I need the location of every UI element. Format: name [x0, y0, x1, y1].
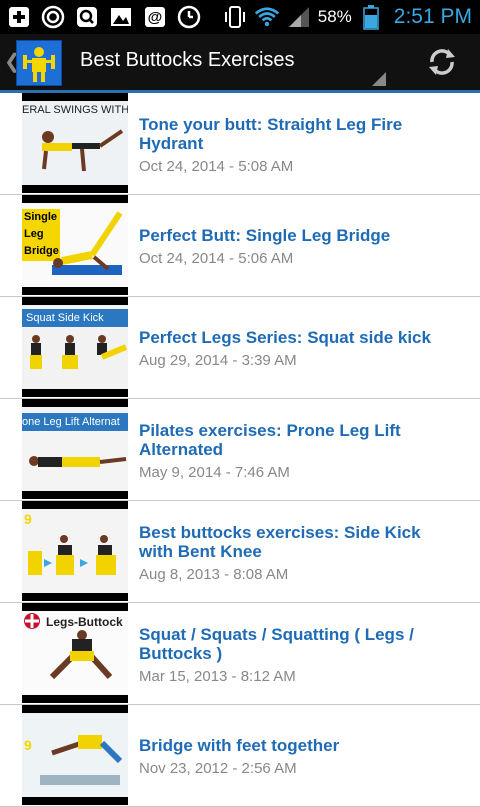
item-date: Nov 23, 2012 - 2:56 AM [139, 760, 297, 777]
battery-percent: 58% [317, 7, 352, 26]
exercise-illustration-icon [24, 613, 113, 680]
item-title[interactable]: Pilates exercises: Prone Leg Lift Altern… [139, 421, 459, 459]
video-thumbnail[interactable]: Legs-Buttock [22, 603, 128, 703]
list-item[interactable]: Single Leg Bridge Perfect Butt: Single L… [0, 195, 480, 297]
exercise-illustration-icon [28, 535, 116, 575]
exercise-illustration-icon [40, 735, 123, 785]
svg-text:@: @ [148, 9, 163, 26]
item-date: Aug 29, 2014 - 3:39 AM [139, 352, 297, 369]
exercise-illustration-icon [52, 211, 123, 275]
item-date: May 9, 2014 - 7:46 AM [139, 464, 290, 481]
video-thumbnail[interactable]: Squat Side Kick [22, 297, 128, 397]
list-item[interactable]: one Leg Lift Alternat Pilates exercises:… [0, 399, 480, 501]
item-title[interactable]: Perfect Butt: Single Leg Bridge [139, 226, 459, 245]
target-icon [40, 4, 66, 30]
notification-icons: @ [6, 4, 202, 30]
video-thumbnail[interactable]: 9 [22, 501, 128, 601]
item-title[interactable]: Tone your butt: Straight Leg Fire Hydran… [139, 115, 459, 153]
app-logo-icon[interactable] [16, 40, 62, 86]
wifi-icon [254, 4, 280, 30]
status-bar: @ 58% 2:51 PM [0, 0, 480, 34]
add-box-icon [6, 4, 32, 30]
exercise-illustration-icon [30, 335, 128, 369]
clock-time: 2:51 PM [393, 5, 472, 28]
q-app-icon [74, 4, 100, 30]
exercise-illustration-icon [29, 456, 127, 467]
item-date: Mar 15, 2013 - 8:12 AM [139, 668, 296, 685]
video-thumbnail[interactable]: 9 [22, 705, 128, 805]
list-item[interactable]: 9 Best buttocks exercises: Side Kick wit… [0, 501, 480, 603]
item-date: Aug 8, 2013 - 8:08 AM [139, 566, 289, 583]
refresh-icon[interactable] [424, 44, 460, 80]
video-thumbnail[interactable]: Single Leg Bridge [22, 195, 128, 295]
video-list: ERAL SWINGS WITH STRAIGHT Tone your butt… [0, 93, 480, 807]
list-item[interactable]: 9 Bridge with feet together Nov 23, 2012… [0, 705, 480, 807]
video-thumbnail[interactable]: one Leg Lift Alternat [22, 399, 128, 499]
at-mail-icon: @ [142, 4, 168, 30]
item-date: Oct 24, 2014 - 5:06 AM [139, 250, 294, 267]
list-item[interactable]: ERAL SWINGS WITH STRAIGHT Tone your butt… [0, 93, 480, 195]
item-title[interactable]: Perfect Legs Series: Squat side kick [139, 328, 459, 347]
action-bar: ❮ Best Buttocks Exercises [0, 34, 480, 90]
overflow-indicator-icon [372, 72, 386, 86]
item-date: Oct 24, 2014 - 5:08 AM [139, 158, 294, 175]
item-title[interactable]: Best buttocks exercises: Side Kick with … [139, 523, 459, 561]
list-item[interactable]: Legs-Buttock Squat / Squats / Squatting … [0, 603, 480, 705]
item-title[interactable]: Bridge with feet together [139, 736, 459, 755]
item-title[interactable]: Squat / Squats / Squatting ( Legs / Butt… [139, 625, 459, 663]
page-title: Best Buttocks Exercises [80, 49, 295, 71]
battery-icon [358, 4, 384, 30]
exercise-illustration-icon [42, 129, 124, 172]
list-item[interactable]: Squat Side Kick Perfect Legs Series: Squ… [0, 297, 480, 399]
vibrate-icon [222, 4, 248, 30]
system-icons: 58% 2:51 PM [222, 0, 472, 34]
signal-icon [286, 4, 312, 30]
image-icon [108, 4, 134, 30]
video-thumbnail[interactable]: ERAL SWINGS WITH STRAIGHT [22, 93, 128, 193]
clock-icon [176, 4, 202, 30]
